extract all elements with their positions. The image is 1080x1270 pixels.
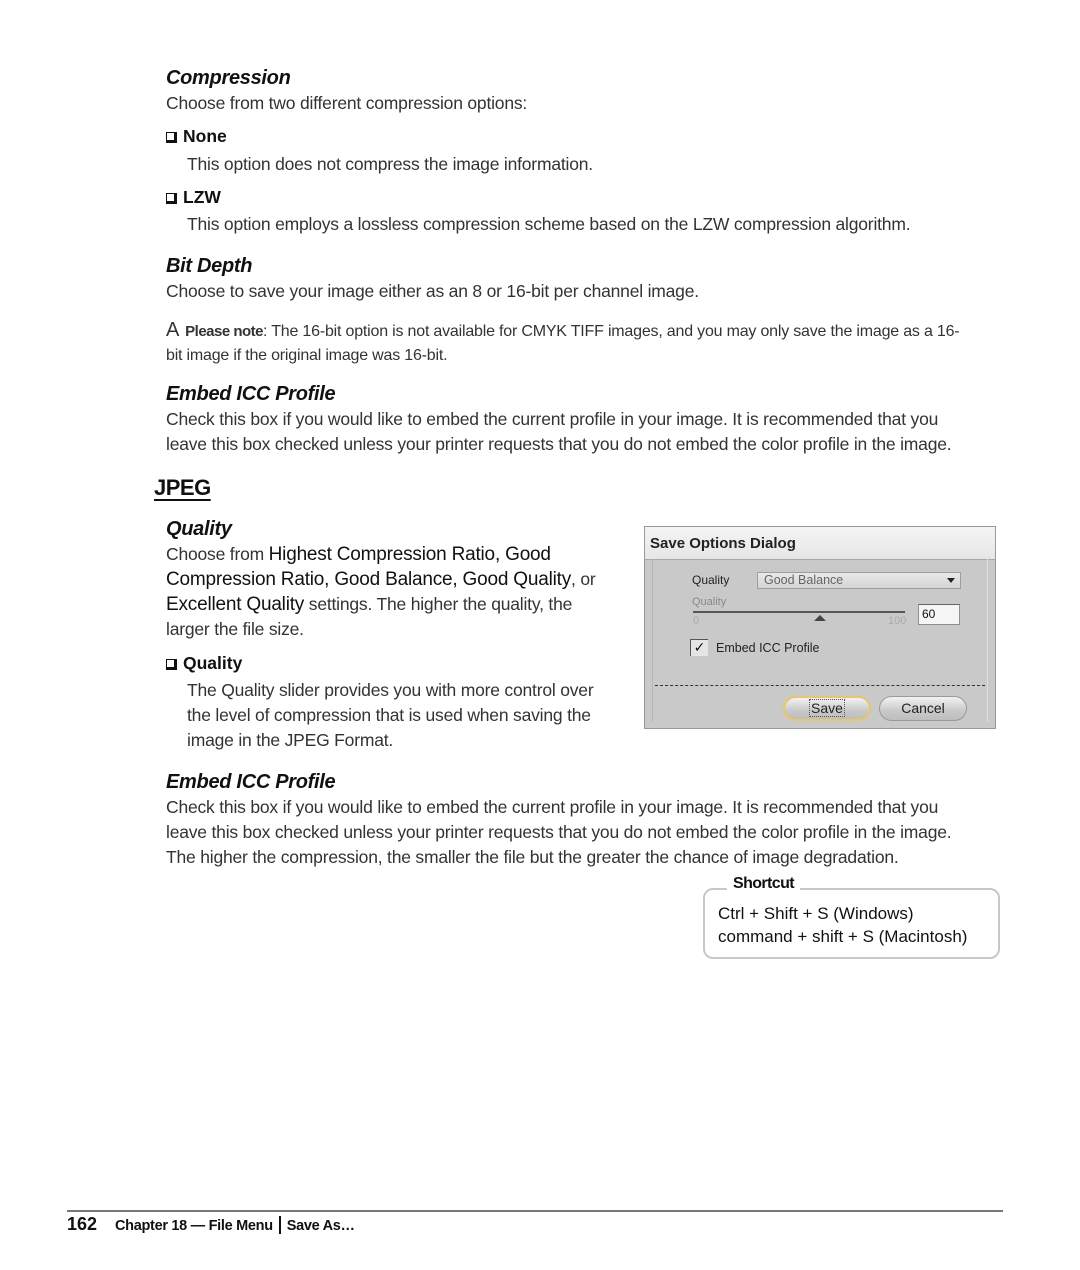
embed-icc-line: Check this box if you would like to embe… bbox=[166, 409, 939, 429]
ui-term: Highest Compression Ratio bbox=[268, 544, 495, 565]
quality-sub-option-description: The Quality slider provides you with mor… bbox=[187, 678, 594, 753]
compression-heading: Compression bbox=[166, 67, 291, 89]
ui-term: Compression Ratio bbox=[166, 569, 325, 590]
bit-depth-text: Choose to save your image either as an 8… bbox=[166, 281, 699, 301]
footer-chapter: Chapter 18 — File Menu bbox=[115, 1218, 273, 1234]
quality-description: Choose from Highest Compression Ratio, G… bbox=[166, 542, 626, 642]
option-none-description: This option does not compress the image … bbox=[187, 154, 593, 174]
quality-sub-option-label: Quality bbox=[183, 653, 243, 673]
compression-intro: Choose from two different compression op… bbox=[166, 93, 528, 113]
quality-heading: Quality bbox=[166, 518, 232, 540]
quality-slider-thumb[interactable] bbox=[814, 615, 827, 621]
option-lzw-heading: LZW bbox=[166, 187, 221, 208]
text-line: image in the JPEG Format. bbox=[187, 730, 394, 750]
text: , bbox=[494, 544, 506, 565]
text-line: the level of compression that is used wh… bbox=[187, 705, 591, 725]
embed-icc-checkbox[interactable]: ✓ bbox=[690, 639, 708, 656]
slider-max-label: 100 bbox=[888, 615, 907, 627]
quality-select[interactable]: Good Balance bbox=[757, 572, 961, 589]
jpeg-embed-icc-text: Check this box if you would like to embe… bbox=[166, 795, 952, 870]
jpeg-embed-icc-heading: Embed ICC Profile bbox=[166, 771, 336, 793]
text: , bbox=[452, 569, 463, 590]
ui-term: Good Balance bbox=[334, 569, 453, 590]
text-line: leave this box checked unless your print… bbox=[166, 822, 952, 842]
text-line: The higher the compression, the smaller … bbox=[166, 847, 899, 867]
note-text: : The 16-bit option is not available for… bbox=[263, 323, 960, 340]
footer-separator bbox=[278, 1216, 281, 1234]
option-none-label: None bbox=[183, 126, 227, 146]
chevron-down-icon bbox=[947, 578, 955, 583]
quality-select-label: Quality bbox=[692, 573, 730, 587]
footer-section: Save As… bbox=[286, 1218, 355, 1234]
shortcut-box: Shortcut Ctrl + Shift + S (Windows) comm… bbox=[703, 875, 1000, 959]
option-lzw-description: This option employs a lossless compressi… bbox=[187, 214, 911, 234]
footer-breadcrumb: Chapter 18 — File Menu Save As… bbox=[115, 1216, 355, 1234]
dialog-title: Save Options Dialog bbox=[650, 535, 796, 552]
option-none-heading: None bbox=[166, 126, 227, 147]
embed-icc-text: Check this box if you would like to embe… bbox=[166, 407, 952, 457]
quality-sub-option-heading: Quality bbox=[166, 653, 242, 674]
checkbox-bullet-icon bbox=[166, 659, 177, 670]
text: , bbox=[324, 569, 335, 590]
page-number: 162 bbox=[67, 1214, 98, 1234]
slider-min-label: 0 bbox=[693, 615, 700, 627]
save-button-label: Save bbox=[809, 699, 845, 717]
quality-slider-track[interactable] bbox=[693, 611, 905, 613]
embed-icc-checkbox-label: Embed ICC Profile bbox=[716, 641, 820, 655]
embed-icc-line: leave this box checked unless your print… bbox=[166, 434, 952, 454]
shortcut-label: Shortcut bbox=[727, 875, 800, 893]
text: Choose from bbox=[166, 544, 269, 564]
note-label: Please note bbox=[185, 323, 264, 340]
ui-term: Excellent Quality bbox=[166, 594, 305, 615]
checkbox-bullet-icon bbox=[166, 132, 177, 143]
save-button[interactable]: Save bbox=[783, 696, 871, 721]
text: settings. The higher the quality, the bbox=[304, 594, 573, 614]
please-note: A Please note: The 16-bit option is not a… bbox=[166, 318, 960, 368]
shortcut-mac: command + shift + S (Macintosh) bbox=[718, 927, 968, 946]
text: larger the file size. bbox=[166, 619, 304, 639]
slider-label: Quality bbox=[692, 596, 727, 608]
jpeg-section-title: JPEG bbox=[154, 475, 211, 500]
quality-select-value: Good Balance bbox=[764, 573, 844, 587]
bit-depth-heading: Bit Depth bbox=[166, 255, 253, 277]
footer-rule bbox=[67, 1210, 1003, 1212]
dialog-titlebar: Save Options Dialog bbox=[645, 527, 995, 560]
checkbox-bullet-icon bbox=[166, 193, 177, 204]
text-line: Check this box if you would like to embe… bbox=[166, 797, 939, 817]
ui-term: Good bbox=[505, 544, 551, 565]
dialog-divider bbox=[655, 685, 985, 686]
quality-value-input[interactable]: 60 bbox=[918, 604, 960, 625]
option-lzw-label: LZW bbox=[183, 187, 221, 207]
embed-icc-heading: Embed ICC Profile bbox=[166, 383, 336, 405]
save-options-dialog: Save Options Dialog Quality Good Balance… bbox=[644, 526, 996, 729]
note-text-continued: bit image if the original image was 16-b… bbox=[166, 347, 448, 364]
note-icon: A bbox=[166, 319, 180, 341]
shortcut-windows: Ctrl + Shift + S (Windows) bbox=[718, 904, 914, 923]
text: , or bbox=[571, 569, 596, 589]
cancel-button[interactable]: Cancel bbox=[879, 696, 967, 721]
text-line: The Quality slider provides you with mor… bbox=[187, 680, 594, 700]
ui-term: Good Quality bbox=[462, 569, 572, 590]
